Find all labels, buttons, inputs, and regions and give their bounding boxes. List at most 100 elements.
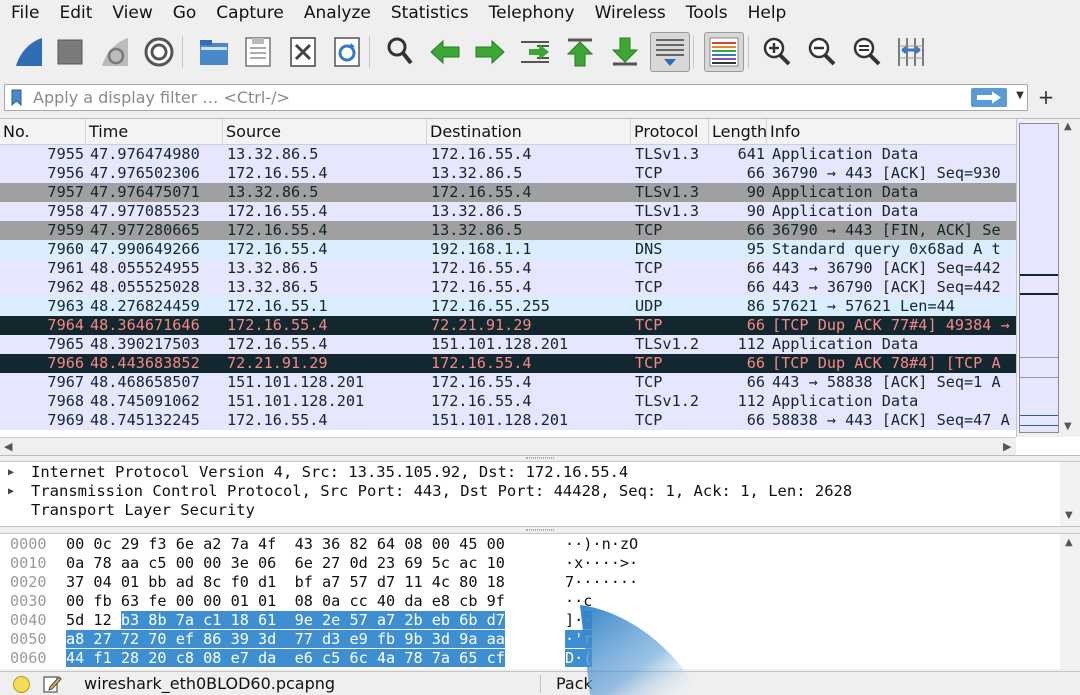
pane-splitter-handle[interactable]: [526, 457, 554, 459]
bytes-hex[interactable]: 44 f1 28 20 c8 08 e7 da e6 c5 6c 4a 78 7…: [66, 649, 505, 668]
column-header-time[interactable]: Time: [86, 119, 223, 145]
packet-cell-no: 7963: [47, 297, 84, 315]
menu-help[interactable]: Help: [736, 0, 795, 26]
packet-row[interactable]: 7964 48.364671646 172.16.55.4 72.21.91.29 TC…: [0, 316, 1016, 335]
go-first-packet-button[interactable]: [560, 32, 600, 72]
packet-row[interactable]: 7965 48.390217503 172.16.55.4 151.101.128.2…: [0, 335, 1016, 354]
menu-go[interactable]: Go: [161, 0, 205, 26]
menu-statistics[interactable]: Statistics: [379, 0, 477, 26]
bytes-ascii[interactable]: ·'r: [565, 630, 593, 649]
bytes-ascii[interactable]: D·(: [565, 649, 593, 668]
filter-history-dropdown[interactable]: ▼: [1013, 90, 1027, 104]
packet-row[interactable]: 7966 48.443683852 72.21.91.29 172.16.55.4 TC…: [0, 354, 1016, 373]
column-header-source[interactable]: Source: [223, 119, 427, 145]
display-filter-input[interactable]: [33, 85, 963, 110]
packet-row[interactable]: 7956 47.976502306 172.16.55.4 13.32.86.5 TCP…: [0, 164, 1016, 183]
packet-cell-proto: TCP: [635, 316, 663, 334]
bytes-ascii[interactable]: 7·······: [565, 573, 638, 592]
zoom-out-button[interactable]: [802, 32, 842, 72]
reload-file-button[interactable]: [327, 32, 367, 72]
expand-arrow-icon[interactable]: ▶: [8, 482, 14, 501]
capture-comment-icon[interactable]: [42, 674, 62, 694]
packet-row[interactable]: 7969 48.745132245 172.16.55.4 151.101.128.2…: [0, 411, 1016, 430]
menu-telephony[interactable]: Telephony: [477, 0, 583, 26]
packet-row[interactable]: 7967 48.468658507 151.101.128.201 172.16.55…: [0, 373, 1016, 392]
menu-tools[interactable]: Tools: [674, 0, 736, 26]
menu-analyze[interactable]: Analyze: [292, 0, 379, 26]
bytes-ascii[interactable]: ·x····>·: [565, 554, 638, 573]
bytes-hex[interactable]: 00 fb 63 fe 00 00 01 01 08 0a cc 40 da e…: [66, 592, 505, 611]
filter-bookmark-icon[interactable]: [11, 89, 22, 106]
packet-row[interactable]: 7961 48.055524955 13.32.86.5 172.16.55.4 TCP…: [0, 259, 1016, 278]
colorize-button[interactable]: [704, 32, 744, 72]
bytes-hex[interactable]: 5d 12 b3 8b 7a c1 18 61 9e 2e 57 a7 2b e…: [66, 611, 505, 630]
find-packet-button[interactable]: [381, 32, 421, 72]
zoom-normal-button[interactable]: [847, 32, 887, 72]
packet-row[interactable]: 7960 47.990649266 172.16.55.4 192.168.1.1 DN…: [0, 240, 1016, 259]
minimap-viewport[interactable]: [1019, 123, 1059, 433]
column-header-info[interactable]: Info: [767, 119, 1016, 145]
stop-capture-button[interactable]: [50, 32, 90, 72]
autoscroll-button[interactable]: [650, 32, 690, 72]
menu-edit[interactable]: Edit: [47, 0, 100, 26]
packet-row[interactable]: 7959 47.977280665 172.16.55.4 13.32.86.5 TCP…: [0, 221, 1016, 240]
column-header-protocol[interactable]: Protocol: [631, 119, 709, 145]
bytes-hex[interactable]: 37 04 01 bb ad 8c f0 d1 bf a7 57 d7 11 4…: [66, 573, 505, 592]
packet-list-vertical-scrollbar[interactable]: ▲ ▼: [1060, 119, 1080, 437]
bytes-ascii[interactable]: ]··: [565, 611, 593, 630]
packet-cell-time: 48.276824459: [90, 297, 200, 315]
go-forward-button[interactable]: [470, 32, 510, 72]
scroll-down-icon[interactable]: ▼: [1064, 421, 1072, 432]
capture-options-button[interactable]: [139, 32, 179, 72]
pane-splitter-handle[interactable]: [526, 529, 554, 531]
column-header-length[interactable]: Length: [709, 119, 767, 145]
packet-cell-time: 47.977085523: [90, 202, 200, 220]
details-scrollbar[interactable]: ▼: [1060, 462, 1080, 526]
packet-row[interactable]: 7962 48.055525028 13.32.86.5 172.16.55.4 TCP…: [0, 278, 1016, 297]
expert-info-icon[interactable]: [13, 676, 30, 693]
scroll-right-icon[interactable]: ▶: [1003, 440, 1011, 453]
packet-row[interactable]: 7955 47.976474980 13.32.86.5 172.16.55.4 TLS…: [0, 145, 1016, 164]
scroll-left-icon[interactable]: ◀: [4, 440, 12, 453]
packet-row[interactable]: 7968 48.745091062 151.101.128.201 172.16.55…: [0, 392, 1016, 411]
save-file-button[interactable]: [238, 32, 278, 72]
zoom-in-button[interactable]: [757, 32, 797, 72]
packet-row[interactable]: 7963 48.276824459 172.16.55.1 172.16.55.255…: [0, 297, 1016, 316]
menu-file[interactable]: File: [0, 0, 47, 26]
bytes-ascii[interactable]: ··c: [565, 592, 592, 611]
add-filter-button[interactable]: +: [1036, 84, 1056, 111]
scroll-up-icon[interactable]: ▲: [1065, 537, 1073, 548]
go-to-packet-button[interactable]: [515, 32, 555, 72]
packet-cell-no: 7959: [47, 221, 84, 239]
packet-list-horizontal-scrollbar[interactable]: ◀ ▶: [0, 437, 1016, 455]
packet-row[interactable]: 7957 47.976475071 13.32.86.5 172.16.55.4 TLS…: [0, 183, 1016, 202]
close-file-button[interactable]: [283, 32, 323, 72]
menu-capture[interactable]: Capture: [204, 0, 292, 26]
scroll-down-icon[interactable]: ▼: [1065, 510, 1073, 521]
bytes-ascii[interactable]: ··)·n·zO: [565, 535, 638, 554]
column-header-destination[interactable]: Destination: [427, 119, 631, 145]
scroll-up-icon[interactable]: ▲: [1064, 121, 1072, 132]
packet-cell-no: 7969: [47, 411, 84, 429]
bytes-hex[interactable]: a8 27 72 70 ef 86 39 3d 77 d3 e9 fb 9b 3…: [66, 630, 505, 649]
resize-columns-button[interactable]: [891, 32, 931, 72]
toolbar-separator: [693, 36, 694, 68]
bytes-scrollbar[interactable]: ▲: [1060, 534, 1080, 669]
packet-row[interactable]: 7958 47.977085523 172.16.55.4 13.32.86.5 TLS…: [0, 202, 1016, 221]
start-capture-button[interactable]: [8, 32, 48, 72]
column-header-no[interactable]: No.: [0, 119, 86, 145]
apply-filter-button[interactable]: [971, 88, 1007, 107]
go-last-packet-button[interactable]: [605, 32, 645, 72]
bytes-hex-plain: 0a 78 aa c5 00 00 3e 06 6e 27 0d 23 69 5…: [66, 554, 505, 572]
packet-cell-len: 66: [746, 164, 765, 182]
packet-minimap[interactable]: [1016, 119, 1060, 437]
restart-capture-button[interactable]: [94, 32, 134, 72]
open-file-button[interactable]: [194, 32, 234, 72]
bytes-hex[interactable]: 00 0c 29 f3 6e a2 7a 4f 43 36 82 64 08 0…: [66, 535, 505, 554]
go-back-button[interactable]: [425, 32, 465, 72]
packet-bytes-pane: 0000 00 0c 29 f3 6e a2 7a 4f 43 36 82 64 …: [0, 533, 1080, 669]
menu-view[interactable]: View: [100, 0, 160, 26]
menu-wireless[interactable]: Wireless: [583, 0, 674, 26]
expand-arrow-icon[interactable]: ▶: [8, 463, 14, 482]
bytes-hex[interactable]: 0a 78 aa c5 00 00 3e 06 6e 27 0d 23 69 5…: [66, 554, 505, 573]
